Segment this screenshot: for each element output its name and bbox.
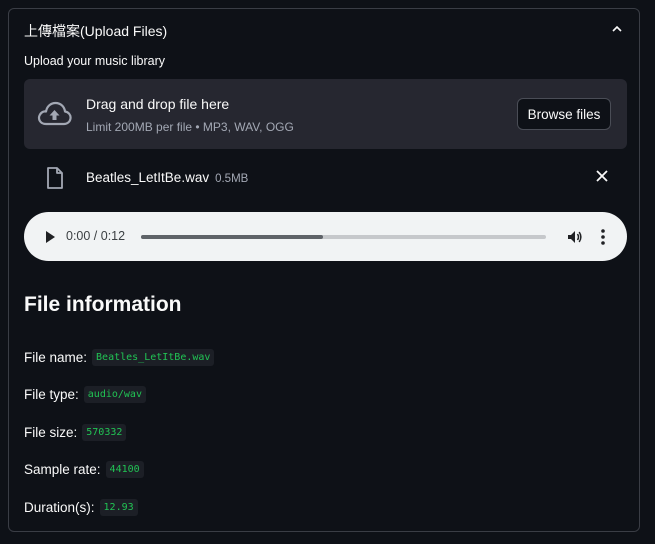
info-value: Beatles_LetItBe.wav xyxy=(92,349,215,366)
audio-progress-fill xyxy=(141,235,324,239)
uploaded-file-size: 0.5MB xyxy=(215,173,249,185)
file-information-heading: File information xyxy=(24,293,182,316)
info-value: 44100 xyxy=(105,461,144,478)
more-options-icon[interactable] xyxy=(600,228,606,246)
info-value: 570332 xyxy=(82,424,127,441)
info-value: 12.93 xyxy=(99,499,138,516)
dropzone-title: Drag and drop file here xyxy=(86,96,230,112)
uploaded-file-row: Beatles_LetItBe.wav 0.5MB xyxy=(24,161,627,191)
info-row-sample-rate: Sample rate: 44100 xyxy=(24,461,144,478)
info-row-duration: Duration(s): 12.93 xyxy=(24,499,138,516)
volume-icon[interactable] xyxy=(567,229,583,245)
uploaded-file-name-text: Beatles_LetItBe.wav xyxy=(86,170,210,185)
info-row-file-name: File name: Beatles_LetItBe.wav xyxy=(24,349,215,366)
file-dropzone[interactable]: Drag and drop file here Limit 200MB per … xyxy=(24,79,627,149)
info-label: Duration(s): xyxy=(24,500,95,515)
file-icon xyxy=(47,167,63,189)
browse-files-button[interactable]: Browse files xyxy=(517,98,611,130)
upload-expander: 上傳檔案(Upload Files) Upload your music lib… xyxy=(8,8,640,532)
expander-title: 上傳檔案(Upload Files) xyxy=(24,23,168,39)
uploader-label: Upload your music library xyxy=(24,54,166,68)
info-value: audio/wav xyxy=(83,386,146,403)
dropzone-subtitle: Limit 200MB per file • MP3, WAV, OGG xyxy=(86,120,294,134)
info-label: File name: xyxy=(24,350,88,365)
audio-player: 0:00 / 0:12 xyxy=(24,212,627,261)
info-label: File size: xyxy=(24,425,78,440)
uploaded-file-name: Beatles_LetItBe.wav 0.5MB xyxy=(86,170,248,185)
audio-time: 0:00 / 0:12 xyxy=(66,229,126,243)
info-label: Sample rate: xyxy=(24,462,101,477)
info-row-file-type: File type: audio/wav xyxy=(24,386,146,403)
cloud-upload-icon xyxy=(37,101,72,126)
info-label: File type: xyxy=(24,387,79,402)
close-icon[interactable] xyxy=(595,169,609,183)
info-row-file-size: File size: 570332 xyxy=(24,424,127,441)
play-icon[interactable] xyxy=(44,230,56,244)
chevron-up-icon[interactable] xyxy=(611,23,623,35)
audio-progress-track[interactable] xyxy=(141,235,546,239)
expander-header[interactable]: 上傳檔案(Upload Files) xyxy=(9,9,639,49)
